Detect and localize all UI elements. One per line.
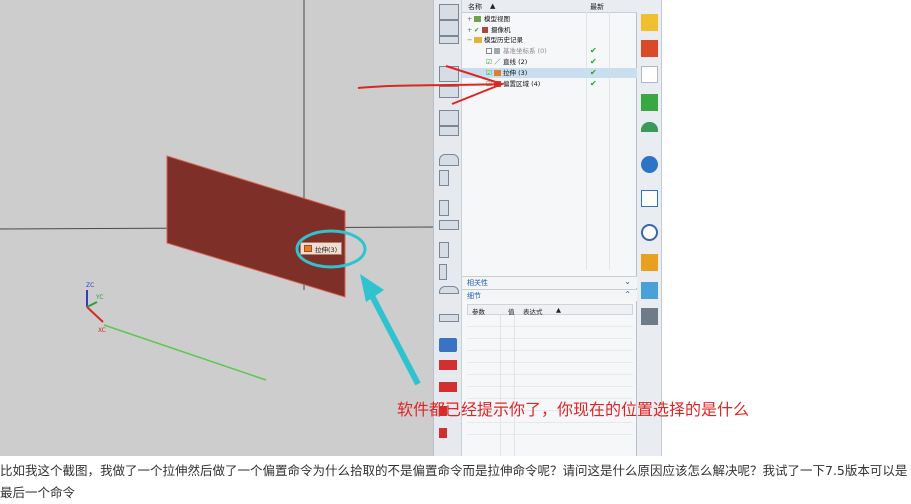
nx-screenshot: ZC YC XC 拉伸(3) 名称 ▲ 最新 + 模型视图 + ✔ 摄像机 − … bbox=[0, 0, 911, 456]
cyan-arrowhead bbox=[360, 274, 384, 302]
annotation-text: 软件都已经提示你了，你现在的位置选择的是什么 bbox=[397, 400, 750, 419]
question-text: 比如我这个截图，我做了一个拉伸然后做了一个偏置命令为什么拾取的不是偏置命令而是拉… bbox=[0, 463, 908, 500]
cyan-arrow bbox=[367, 290, 421, 386]
red-arrow bbox=[357, 83, 503, 89]
annotation-overlay bbox=[357, 65, 505, 386]
